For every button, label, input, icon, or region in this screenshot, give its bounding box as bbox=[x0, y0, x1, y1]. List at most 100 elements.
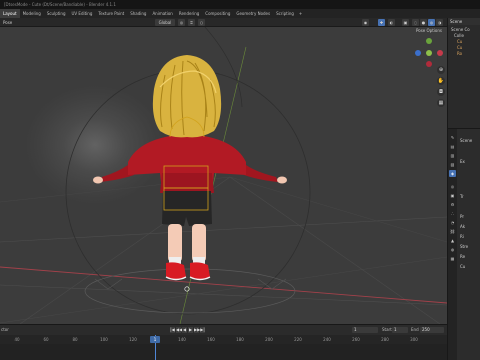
gizmo-center[interactable] bbox=[426, 50, 432, 56]
physics-icon[interactable]: ◔ bbox=[449, 219, 456, 226]
particles-icon[interactable]: ∴ bbox=[449, 210, 456, 217]
properties-panel: ✎ ▤ ▥ ▧ ◈ ◎ ▣ ⚙ ∴ ◔ ⛓ ▲ ◍ ▦ Scene Ex Tr … bbox=[447, 128, 480, 360]
view-layer-icon[interactable]: ▧ bbox=[449, 161, 456, 168]
property-row[interactable]: Re bbox=[460, 254, 465, 259]
proportional-icon[interactable]: ○ bbox=[198, 19, 205, 26]
next-keyframe-button[interactable]: ▶▶ bbox=[194, 327, 200, 333]
start-label: Start bbox=[382, 327, 392, 332]
ruler-tick: 260 bbox=[352, 337, 360, 342]
x-axis-line bbox=[0, 266, 447, 304]
object-icon[interactable]: ▣ bbox=[449, 192, 456, 199]
tab-rendering[interactable]: Rendering bbox=[176, 9, 202, 18]
property-row[interactable]: Tr bbox=[460, 194, 464, 199]
property-row[interactable]: Ri bbox=[460, 234, 464, 239]
property-row[interactable]: Cu bbox=[460, 264, 465, 269]
hand-icon[interactable]: ✋ bbox=[437, 77, 445, 85]
overlay-icon[interactable]: ◐ bbox=[388, 19, 395, 26]
zoom-icon[interactable]: ⊕ bbox=[437, 66, 445, 74]
ruler-tick: 300 bbox=[410, 337, 418, 342]
ruler-tick: 180 bbox=[236, 337, 244, 342]
navigation-gizmo[interactable] bbox=[413, 37, 445, 69]
tab-modeling[interactable]: Modeling bbox=[20, 9, 44, 18]
play-button[interactable]: ▶ bbox=[188, 327, 193, 333]
tab-geometry-nodes[interactable]: Geometry Nodes bbox=[233, 9, 273, 18]
texture-icon[interactable]: ▦ bbox=[449, 255, 456, 262]
ruler-tick: 120 bbox=[129, 337, 137, 342]
tab-compositing[interactable]: Compositing bbox=[202, 9, 233, 18]
snap-icon[interactable]: ⌗ bbox=[188, 19, 195, 26]
camera-icon[interactable]: ◘ bbox=[437, 88, 445, 96]
shading-rendered-icon[interactable]: ◑ bbox=[436, 19, 443, 26]
3d-viewport[interactable]: Pose Options ⊕ ✋ ◘ ▦ bbox=[0, 27, 447, 324]
gizmo-axis-y[interactable] bbox=[415, 50, 421, 56]
viewport-header: Pose Global ◎ ⌗ ○ ◉ ✚ ◐ ▣ ◌ ● ◍ ◑ bbox=[0, 18, 447, 27]
shading-wireframe-icon[interactable]: ◌ bbox=[412, 19, 419, 26]
window-title: [DtsesMode - Cute (Dt/Scene/Bandiable) -… bbox=[4, 2, 116, 7]
tool-icon[interactable]: ✎ bbox=[449, 134, 456, 141]
ruler-tick: 40 bbox=[14, 337, 20, 342]
shading-solid-icon[interactable]: ● bbox=[420, 19, 427, 26]
outliner-header[interactable]: Scene bbox=[448, 18, 480, 25]
constraints-icon[interactable]: ⛓ bbox=[449, 228, 456, 235]
keyframe-area[interactable] bbox=[0, 344, 447, 360]
data-icon[interactable]: ▲ bbox=[449, 237, 456, 244]
pose-options-button[interactable]: Pose Options bbox=[416, 28, 442, 34]
pivot-icon[interactable]: ◎ bbox=[178, 19, 185, 26]
blender-window: [DtsesMode - Cute (Dt/Scene/Bandiable) -… bbox=[0, 0, 480, 360]
world-icon[interactable]: ◎ bbox=[449, 183, 456, 190]
current-frame-field[interactable]: 1 bbox=[352, 327, 378, 333]
ruler-tick: 140 bbox=[178, 337, 186, 342]
ruler-tick: 220 bbox=[294, 337, 302, 342]
output-icon[interactable]: ▥ bbox=[449, 152, 456, 159]
tab-layout[interactable]: Layout bbox=[0, 9, 20, 18]
character[interactable] bbox=[93, 55, 287, 281]
start-frame-field[interactable]: 1 bbox=[392, 327, 408, 333]
prev-keyframe-button[interactable]: ◀◀ bbox=[176, 327, 182, 333]
add-workspace-button[interactable]: + bbox=[297, 11, 304, 16]
frame-ruler[interactable]: 40 60 80 100 120 140 160 180 200 220 240… bbox=[0, 337, 447, 343]
gizmo-axis-neg[interactable] bbox=[426, 61, 432, 67]
scene-icon[interactable]: ◈ bbox=[449, 170, 456, 177]
ruler-tick: 280 bbox=[381, 337, 389, 342]
xray-icon[interactable]: ▣ bbox=[402, 19, 409, 26]
jump-end-button[interactable]: ▶| bbox=[200, 327, 205, 333]
jump-start-button[interactable]: |◀ bbox=[170, 327, 175, 333]
end-label: End bbox=[411, 327, 419, 332]
ruler-tick: 80 bbox=[72, 337, 78, 342]
render-icon[interactable]: ▤ bbox=[449, 143, 456, 150]
visibility-icon[interactable]: ◉ bbox=[362, 19, 369, 26]
gizmo-icon[interactable]: ✚ bbox=[378, 19, 385, 26]
material-icon[interactable]: ◍ bbox=[449, 246, 456, 253]
property-row[interactable]: Ak bbox=[460, 224, 465, 229]
tab-sculpting[interactable]: Sculpting bbox=[44, 9, 69, 18]
title-bar: [DtsesMode - Cute (Dt/Scene/Bandiable) -… bbox=[0, 0, 480, 9]
modifier-icon[interactable]: ⚙ bbox=[449, 201, 456, 208]
mode-selector[interactable]: Pose bbox=[3, 19, 12, 26]
property-row[interactable]: Ex bbox=[460, 159, 465, 164]
playback-controls: ctor |◀ ◀◀ ◀ ▶ ▶▶ ▶| 1 Start 1 End 250 bbox=[0, 325, 447, 335]
tab-texture-paint[interactable]: Texture Paint bbox=[95, 9, 127, 18]
tab-scripting[interactable]: Scripting bbox=[273, 9, 297, 18]
play-reverse-button[interactable]: ◀ bbox=[182, 327, 187, 333]
gizmo-axis-z[interactable] bbox=[426, 38, 432, 44]
outliner-panel: Scene Scene Co Colle Cu Cu Ro bbox=[447, 18, 480, 128]
gizmo-axis-x[interactable] bbox=[437, 50, 443, 56]
tab-uv-editing[interactable]: UV Editing bbox=[69, 9, 96, 18]
orientation-selector[interactable]: Global bbox=[155, 19, 175, 26]
property-row[interactable]: Pr bbox=[460, 214, 464, 219]
grid-icon[interactable]: ▦ bbox=[437, 99, 445, 107]
end-frame-field[interactable]: 250 bbox=[420, 327, 444, 333]
properties-body: Scene Ex Tr Pr Ak Ri Stre Re Cu bbox=[458, 129, 480, 360]
property-row[interactable]: Stre bbox=[460, 244, 468, 249]
timeline-label: ctor bbox=[1, 327, 9, 332]
ruler-tick: 60 bbox=[43, 337, 49, 342]
shading-material-icon[interactable]: ◍ bbox=[428, 19, 435, 26]
viewport-scene bbox=[0, 27, 447, 324]
current-frame-badge[interactable]: 1 bbox=[150, 336, 160, 343]
tab-animation[interactable]: Animation bbox=[149, 9, 175, 18]
scene-label: Scene bbox=[460, 138, 473, 143]
ruler-tick: 160 bbox=[207, 337, 215, 342]
tab-shading[interactable]: Shading bbox=[127, 9, 149, 18]
outliner-item[interactable]: Ro bbox=[448, 51, 480, 57]
workspace-tabs: Layout Modeling Sculpting UV Editing Tex… bbox=[0, 9, 480, 18]
